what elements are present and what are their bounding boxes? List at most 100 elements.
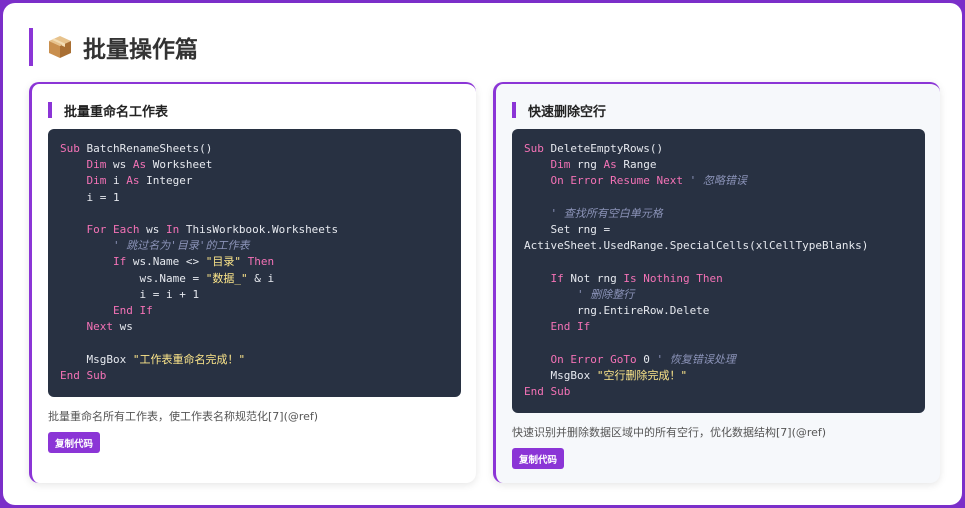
code-token: ws [139,223,166,237]
code-line: ' 跳过名为'目录'的工作表 [60,238,449,254]
code-token: In [165,223,180,237]
code-line: End If [524,319,913,335]
code-line: Next ws [60,319,449,335]
code-token: ' 跳过名为'目录'的工作表 [112,239,250,253]
code-line: Sub DeleteEmptyRows() [524,141,913,157]
code-token: "目录" [205,255,241,269]
code-token: ' 查找所有空白单元格 [550,206,663,220]
card-title: 批量重命名工作表 [48,102,168,120]
code-token: i = 1 [60,190,120,204]
code-token: On Error GoTo [550,352,637,366]
code-line: If ws.Name <> "目录" Then [60,254,449,270]
code-token: MsgBox [60,352,133,366]
card-title: 快速删除空行 [512,102,606,120]
package-icon [47,34,73,60]
code-token: As [132,158,147,172]
code-token: MsgBox [524,368,597,382]
code-token: rng.EntireRow.Delete [524,304,710,318]
code-line: Sub BatchRenameSheets() [60,141,449,157]
code-token: ws [106,158,133,172]
code-line: For Each ws In ThisWorkbook.Worksheets [60,222,449,238]
code-token: "空行删除完成！" [596,368,688,382]
code-token: End If [112,304,153,318]
code-token: End Sub [60,368,107,382]
page-frame: 批量操作篇 批量重命名工作表 Sub BatchRenameSheets() D… [3,3,962,505]
code-line: On Error GoTo 0 ' 恢复错误处理 [524,352,913,368]
code-token: Range [616,158,657,172]
code-token: Integer [139,174,193,188]
code-token: ' 恢复错误处理 [656,352,736,366]
code-token: End If [550,320,591,334]
section-header: 批量操作篇 [29,28,198,66]
card-description: 批量重命名所有工作表，使工作表名称规范化[7](@ref) [48,410,319,423]
code-line: ' 查找所有空白单元格 [524,206,913,222]
code-token: Dim [550,158,571,172]
code-line: End Sub [524,384,913,400]
copy-code-button[interactable]: 复制代码 [512,448,565,469]
code-token: Worksheet [146,158,213,172]
code-token: DeleteEmptyRows() [543,142,664,155]
code-token: 0 [636,352,657,366]
code-token: "数据_" [205,271,248,285]
code-line: i = 1 [60,190,449,206]
code-line: rng.EntireRow.Delete [524,303,913,319]
code-token: ThisWorkbook.Worksheets [179,223,339,237]
code-token: i [106,174,127,188]
code-line: Set rng = [524,222,913,238]
code-token: For Each [86,223,140,237]
code-block: Sub DeleteEmptyRows() Dim rng As Range O… [512,129,925,413]
code-token: On Error Resume Next [550,174,683,188]
code-token: ws.Name = [60,271,206,285]
code-token: Dim [86,158,107,172]
code-line: ws.Name = "数据_" & i [60,271,449,287]
card-description: 快速识别并删除数据区域中的所有空行，优化数据结构[7](@ref) [512,426,827,439]
code-line: End Sub [60,368,449,384]
code-line: ' 删除整行 [524,287,913,303]
code-line: i = i + 1 [60,287,449,303]
code-token: "工作表重命名完成！" [132,352,246,366]
copy-code-button[interactable]: 复制代码 [48,432,101,453]
code-block: Sub BatchRenameSheets() Dim ws As Worksh… [48,129,461,397]
card-delete-empty-rows: 快速删除空行 Sub DeleteEmptyRows() Dim rng As … [493,82,940,483]
code-token: As [603,158,617,172]
code-token: rng [570,158,604,172]
code-token: Not rng [563,271,624,285]
code-token: Sub [524,142,544,155]
code-line: ActiveSheet.UsedRange.SpecialCells(xlCel… [524,238,913,254]
code-token: Set rng = [524,223,611,237]
code-token: ws.Name <> [126,255,206,269]
code-line: MsgBox "工作表重命名完成！" [60,352,449,368]
code-token: BatchRenameSheets() [79,142,213,155]
code-line: MsgBox "空行删除完成！" [524,368,913,384]
card-batch-rename-sheets: 批量重命名工作表 Sub BatchRenameSheets() Dim ws … [29,82,476,483]
code-token: ActiveSheet.UsedRange.SpecialCells(xlCel… [524,239,869,253]
code-token: Next [86,320,114,334]
code-token: ' 删除整行 [576,287,635,301]
code-token: ws [113,320,133,334]
code-token: ' 忽略错误 [689,174,747,188]
code-line: If Not rng Is Nothing Then [524,271,913,287]
code-token: As [126,174,140,188]
code-token: End Sub [524,385,571,399]
code-token: Is Nothing Then [623,271,723,285]
code-token: If [112,255,127,269]
code-token: Sub [60,142,80,155]
